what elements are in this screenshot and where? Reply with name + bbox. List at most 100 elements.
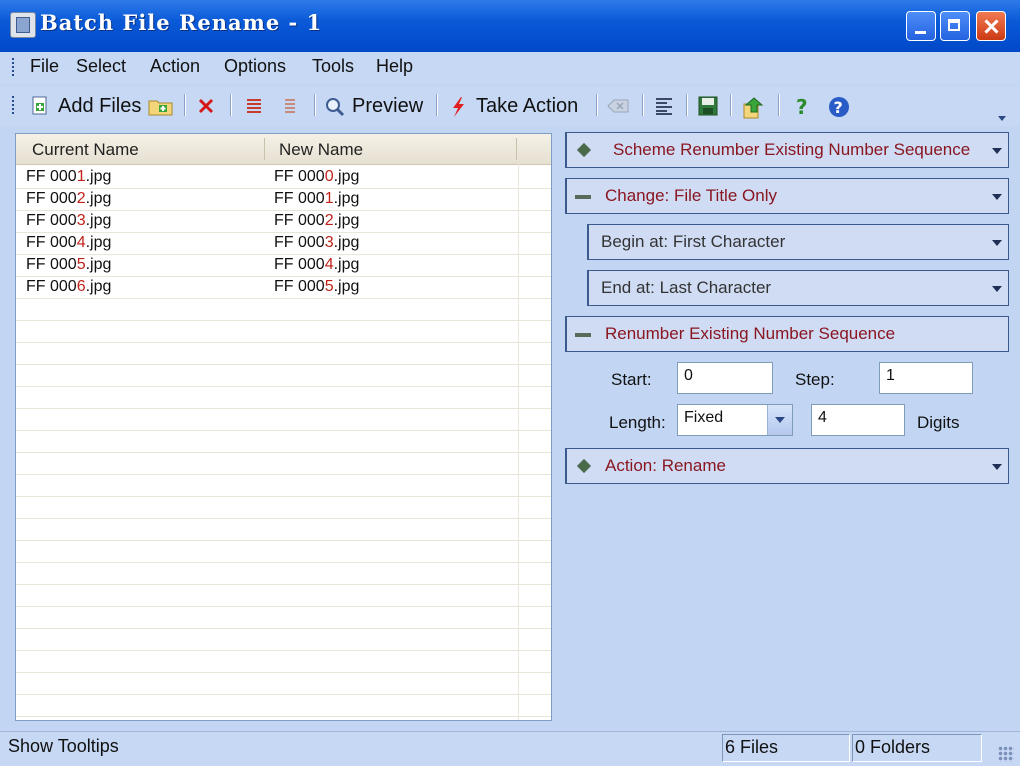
renumber-label: Renumber Existing Number Sequence — [605, 324, 896, 343]
chevron-down-icon[interactable] — [992, 286, 1002, 292]
preview-button[interactable]: Preview — [324, 92, 423, 120]
about-button[interactable]: ? — [828, 92, 850, 120]
renumber-section[interactable]: Renumber Existing Number Sequence — [565, 316, 1009, 352]
remove-button[interactable] — [196, 92, 216, 120]
current-name-cell: FF 0002.jpg — [26, 190, 112, 207]
length-label: Length: — [609, 413, 666, 432]
end-at-label: End at: Last Character — [601, 278, 772, 297]
table-row[interactable] — [16, 497, 551, 519]
length-value: Fixed — [684, 409, 724, 426]
table-row[interactable] — [16, 563, 551, 585]
chevron-down-icon[interactable] — [992, 240, 1002, 246]
start-label: Start: — [611, 370, 652, 389]
clear-button[interactable] — [606, 92, 630, 120]
table-row[interactable]: FF 0001.jpg FF 0000.jpg — [16, 167, 551, 189]
table-row[interactable]: FF 0006.jpg FF 0005.jpg — [16, 277, 551, 299]
file-list[interactable]: Current Name New Name FF 0001.jpg FF 0000… — [15, 133, 552, 721]
chevron-down-icon[interactable] — [767, 405, 792, 435]
window-title: Batch File Rename - 1 — [40, 10, 323, 35]
add-folder-button[interactable] — [148, 92, 174, 120]
properties-button[interactable] — [654, 92, 674, 120]
current-name-cell: FF 0005.jpg — [26, 256, 112, 273]
preview-label: Preview — [352, 94, 424, 117]
select-all-button[interactable] — [244, 92, 264, 120]
table-row[interactable] — [16, 629, 551, 651]
delete-icon — [196, 96, 216, 116]
menu-help[interactable]: Help — [376, 56, 413, 77]
begin-at-dropdown[interactable]: Begin at: First Character — [587, 224, 1009, 260]
step-input[interactable]: 1 — [879, 362, 973, 394]
minus-icon — [575, 192, 591, 199]
start-input[interactable]: 0 — [677, 362, 773, 394]
show-tooltips-status[interactable]: Show Tooltips — [8, 736, 119, 757]
toolbar-separator — [314, 94, 315, 116]
new-name-cell: FF 0001.jpg — [274, 190, 360, 207]
chevron-down-icon[interactable] — [992, 194, 1002, 200]
table-row[interactable] — [16, 409, 551, 431]
table-row[interactable]: FF 0004.jpg FF 0003.jpg — [16, 233, 551, 255]
table-row[interactable] — [16, 695, 551, 717]
toolbar-separator — [230, 94, 231, 116]
minimize-button[interactable] — [906, 11, 936, 41]
table-row[interactable] — [16, 343, 551, 365]
table-row[interactable] — [16, 387, 551, 409]
toolbar-grip — [12, 96, 17, 114]
lightning-icon — [448, 96, 468, 117]
resize-grip-icon[interactable] — [998, 746, 1014, 762]
close-button[interactable] — [976, 11, 1006, 41]
table-row[interactable] — [16, 475, 551, 497]
new-name-cell: FF 0003.jpg — [274, 234, 360, 251]
app-icon — [10, 12, 36, 38]
add-file-icon — [30, 96, 50, 116]
length-select[interactable]: Fixed — [677, 404, 793, 436]
table-row[interactable] — [16, 541, 551, 563]
scheme-section[interactable]: Scheme Renumber Existing Number Sequence — [565, 132, 1009, 168]
menu-options[interactable]: Options — [224, 56, 286, 77]
question-mark-icon: ? — [792, 95, 812, 119]
menu-tools[interactable]: Tools — [312, 56, 354, 77]
table-row[interactable] — [16, 299, 551, 321]
column-new-name[interactable]: New Name — [279, 140, 363, 160]
magnifier-icon — [324, 96, 345, 117]
table-row[interactable]: FF 0003.jpg FF 0002.jpg — [16, 211, 551, 233]
toolbar-separator — [778, 94, 779, 116]
add-files-button[interactable]: Add Files — [30, 92, 141, 120]
change-section[interactable]: Change: File Title Only — [565, 178, 1009, 214]
column-divider[interactable] — [516, 138, 517, 160]
toolbar-separator — [730, 94, 731, 116]
export-button[interactable] — [742, 92, 766, 120]
column-current-name[interactable]: Current Name — [32, 140, 139, 160]
digits-input[interactable]: 4 — [811, 404, 905, 436]
table-row[interactable] — [16, 585, 551, 607]
table-row[interactable] — [16, 519, 551, 541]
table-row[interactable] — [16, 453, 551, 475]
column-divider[interactable] — [264, 138, 265, 160]
end-at-dropdown[interactable]: End at: Last Character — [587, 270, 1009, 306]
chevron-down-icon[interactable] — [992, 464, 1002, 470]
toolbar-overflow-icon[interactable] — [998, 116, 1006, 121]
scheme-label: Scheme Renumber Existing Number Sequence — [613, 140, 971, 159]
title-bar[interactable]: Batch File Rename - 1 — [0, 0, 1020, 53]
app-window: Batch File Rename - 1 File Select Action… — [0, 0, 1020, 766]
table-row[interactable] — [16, 431, 551, 453]
menu-select[interactable]: Select — [76, 56, 126, 77]
deselect-button[interactable] — [280, 92, 300, 120]
table-row[interactable]: FF 0005.jpg FF 0004.jpg — [16, 255, 551, 277]
take-action-button[interactable]: Take Action — [448, 92, 578, 120]
toolbar-separator — [686, 94, 687, 116]
table-row[interactable] — [16, 673, 551, 695]
help-topics-button[interactable]: ? — [792, 92, 812, 120]
maximize-button[interactable] — [940, 11, 970, 41]
table-row[interactable] — [16, 651, 551, 673]
menu-file[interactable]: File — [30, 56, 59, 77]
action-label: Action: Rename — [605, 456, 726, 475]
action-section[interactable]: Action: Rename — [565, 448, 1009, 484]
table-row[interactable] — [16, 607, 551, 629]
toolbar-separator — [596, 94, 597, 116]
table-row[interactable] — [16, 321, 551, 343]
table-row[interactable]: FF 0002.jpg FF 0001.jpg — [16, 189, 551, 211]
chevron-down-icon[interactable] — [992, 148, 1002, 154]
save-button[interactable] — [698, 92, 718, 120]
menu-action[interactable]: Action — [150, 56, 200, 77]
table-row[interactable] — [16, 365, 551, 387]
